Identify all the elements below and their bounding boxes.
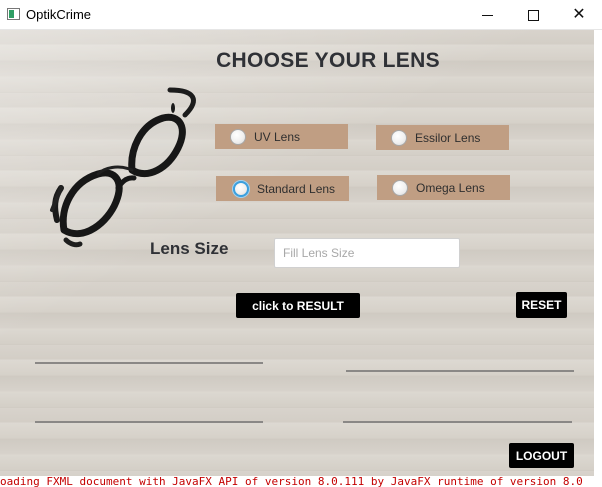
logout-button[interactable]: LOGOUT (509, 443, 574, 468)
divider-line (35, 362, 263, 364)
window-title: OptikCrime (26, 7, 92, 22)
radio-label: Omega Lens (416, 180, 485, 195)
close-icon: ✕ (572, 6, 586, 23)
radio-circle-icon (392, 179, 408, 196)
radio-circle-icon (233, 180, 249, 197)
radio-label: UV Lens (254, 129, 301, 144)
divider-line (35, 421, 263, 423)
close-button[interactable]: ✕ (556, 0, 602, 30)
page-title: CHOOSE YOUR LENS (216, 49, 440, 72)
radio-essilor-lens[interactable]: Essilor Lens (376, 125, 509, 150)
radio-label: Essilor Lens (415, 130, 481, 145)
minimize-button[interactable] (464, 0, 510, 30)
console-output: oading FXML document with JavaFX API of … (0, 476, 602, 487)
radio-circle-icon (230, 128, 246, 145)
divider-line (343, 421, 572, 423)
main-panel: CHOOSE YOUR LENS UV Lens Essilor Lens St… (0, 30, 594, 476)
lens-size-label: Lens Size (150, 239, 229, 258)
radio-uv-lens[interactable]: UV Lens (215, 124, 348, 149)
maximize-button[interactable] (510, 0, 556, 30)
reset-button[interactable]: RESET (516, 292, 567, 318)
radio-standard-lens[interactable]: Standard Lens (216, 176, 349, 201)
radio-circle-icon (391, 129, 407, 146)
window-border (594, 30, 602, 476)
eyeglasses-image (50, 87, 196, 248)
result-button[interactable]: click to RESULT (236, 293, 360, 318)
divider-line (346, 370, 574, 372)
app-icon (7, 8, 20, 20)
lens-size-input[interactable] (274, 238, 460, 268)
minimize-icon (481, 14, 493, 16)
title-bar: OptikCrime ✕ (0, 0, 602, 30)
radio-omega-lens[interactable]: Omega Lens (377, 175, 510, 200)
radio-label: Standard Lens (257, 181, 336, 196)
maximize-icon (527, 9, 539, 21)
